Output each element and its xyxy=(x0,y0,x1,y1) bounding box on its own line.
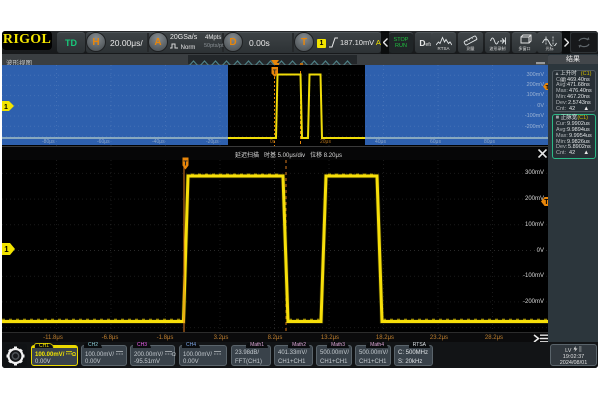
svg-text:T: T xyxy=(183,160,188,167)
svg-text:1: 1 xyxy=(4,245,9,254)
svg-text:T: T xyxy=(273,70,277,76)
svg-text:1: 1 xyxy=(4,104,8,111)
